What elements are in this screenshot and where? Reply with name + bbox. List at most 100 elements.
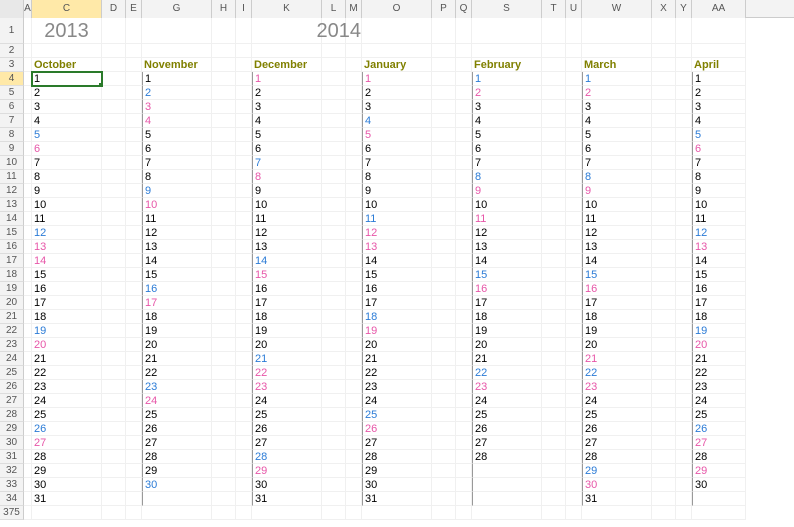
day-cell[interactable]: 15 [362,268,432,282]
cell[interactable] [142,492,212,506]
day-cell[interactable]: 25 [252,408,322,422]
cell[interactable] [432,44,456,58]
cell[interactable] [566,114,582,128]
day-cell[interactable]: 11 [142,212,212,226]
cell[interactable] [566,506,582,520]
cell[interactable] [322,450,346,464]
cell[interactable] [676,478,692,492]
day-cell[interactable]: 19 [692,324,746,338]
row-header-26[interactable]: 26 [0,380,24,394]
day-cell[interactable]: 21 [142,352,212,366]
cell[interactable] [102,18,126,44]
cell[interactable] [346,380,362,394]
day-cell[interactable]: 30 [142,478,212,492]
cell[interactable] [126,86,142,100]
cell[interactable] [676,198,692,212]
day-cell[interactable]: 17 [142,296,212,310]
row-header-21[interactable]: 21 [0,310,24,324]
cell[interactable] [456,86,472,100]
cell[interactable] [236,212,252,226]
cell[interactable] [432,254,456,268]
day-cell[interactable]: 2 [692,86,746,100]
cell[interactable] [676,380,692,394]
cell[interactable] [652,184,676,198]
cell[interactable] [566,226,582,240]
day-cell[interactable]: 5 [472,128,542,142]
cell[interactable] [676,450,692,464]
cell[interactable] [472,506,542,520]
day-cell[interactable]: 14 [252,254,322,268]
cell[interactable] [432,268,456,282]
day-cell[interactable]: 16 [692,282,746,296]
cell[interactable] [346,478,362,492]
day-cell[interactable]: 19 [472,324,542,338]
day-cell[interactable]: 9 [692,184,746,198]
day-cell[interactable]: 29 [362,464,432,478]
day-cell[interactable]: 19 [32,324,102,338]
day-cell[interactable]: 14 [692,254,746,268]
day-cell[interactable]: 26 [692,422,746,436]
day-cell[interactable]: 13 [142,240,212,254]
cell[interactable] [212,282,236,296]
day-cell[interactable]: 25 [472,408,542,422]
cell[interactable] [212,254,236,268]
day-cell[interactable]: 25 [582,408,652,422]
day-cell[interactable]: 2 [582,86,652,100]
cell[interactable] [212,86,236,100]
cell[interactable] [346,184,362,198]
cell[interactable] [676,394,692,408]
day-cell[interactable]: 12 [582,226,652,240]
cell[interactable] [456,198,472,212]
cell[interactable] [252,506,322,520]
cell[interactable] [346,268,362,282]
row-header-23[interactable]: 23 [0,338,24,352]
cell[interactable] [212,212,236,226]
cell[interactable] [252,44,322,58]
cell[interactable] [322,44,346,58]
day-cell[interactable]: 11 [252,212,322,226]
cell[interactable] [126,268,142,282]
cell[interactable] [24,100,32,114]
col-header-K[interactable]: K [252,0,322,18]
cell[interactable] [24,338,32,352]
cell[interactable] [652,464,676,478]
cell[interactable] [126,394,142,408]
col-header-C[interactable]: C [32,0,102,18]
day-cell[interactable]: 19 [252,324,322,338]
cell[interactable] [322,268,346,282]
cell[interactable] [456,394,472,408]
day-cell[interactable]: 18 [362,310,432,324]
cell[interactable] [542,436,566,450]
day-cell[interactable]: 17 [472,296,542,310]
cell[interactable] [212,240,236,254]
day-cell[interactable]: 17 [252,296,322,310]
day-cell[interactable]: 3 [32,100,102,114]
cell[interactable] [676,156,692,170]
cell[interactable] [102,282,126,296]
cell[interactable] [236,394,252,408]
day-cell[interactable]: 30 [252,478,322,492]
cell[interactable] [24,226,32,240]
day-cell[interactable]: 21 [252,352,322,366]
cell[interactable] [126,170,142,184]
day-cell[interactable]: 28 [32,450,102,464]
cell[interactable] [142,18,212,44]
cell[interactable] [542,212,566,226]
cell[interactable] [676,506,692,520]
cell[interactable] [566,310,582,324]
cell[interactable] [24,394,32,408]
day-cell[interactable]: 10 [362,198,432,212]
day-cell[interactable]: 7 [362,156,432,170]
day-cell[interactable]: 13 [582,240,652,254]
cell[interactable] [212,310,236,324]
cell[interactable] [236,478,252,492]
day-cell[interactable]: 11 [692,212,746,226]
day-cell[interactable]: 1 [582,72,652,86]
day-cell[interactable]: 12 [252,226,322,240]
cell[interactable] [652,492,676,506]
cell[interactable] [126,18,142,44]
cell[interactable] [126,338,142,352]
cell[interactable] [432,492,456,506]
cell[interactable] [236,156,252,170]
cell[interactable] [652,324,676,338]
